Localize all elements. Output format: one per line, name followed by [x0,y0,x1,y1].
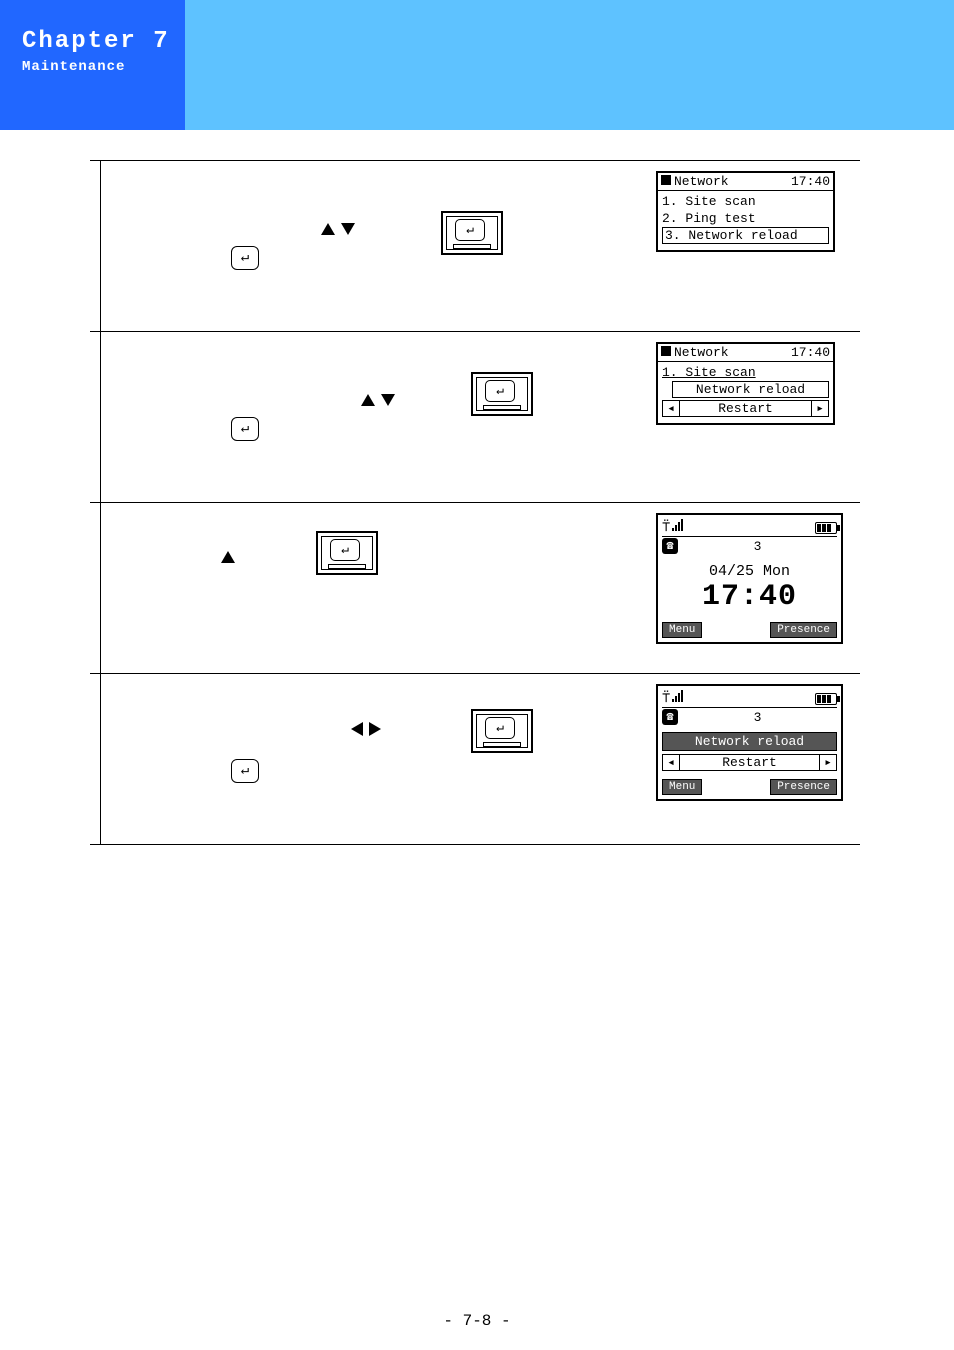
chapter-label: Chapter 7 [22,28,185,55]
menu-item-selected: 3. Network reload [662,227,829,244]
softkey-left: Menu [662,779,702,795]
time-label: 17:40 [662,580,837,614]
softkey-right: Presence [770,622,837,638]
device-home-screen: ⍡ ☎ 3 04/25 Mon 17:40 Menu Presence [656,513,843,644]
down-arrow-icon [381,394,395,406]
enter-key-icon [231,417,259,441]
chapter-tab: Chapter 7 Maintenance [0,0,185,130]
date-label: 04/25 Mon [662,563,837,580]
up-arrow-icon [221,551,235,563]
enter-key-large-icon [316,531,378,575]
step-row: ⍡ ☎ 3 Network reload ◂ Restart ▸ Menu [90,673,860,845]
device-screen: Network 17:40 1. Site scan 2. Ping test … [656,171,835,252]
header-band [185,0,954,130]
down-arrow-icon [341,223,355,235]
dialog-title: Network reload [662,732,837,751]
nav-option: Restart [680,401,811,416]
nav-right-icon: ▸ [811,401,828,416]
up-arrow-icon [361,394,375,406]
battery-icon [815,693,837,705]
dialog-title: Network reload [672,381,829,398]
screen-clock: 17:40 [791,174,830,189]
step-row: Network 17:40 1. Site scan 2. Ping test … [90,160,860,331]
signal-icon [672,690,683,702]
screen-clock: 17:40 [791,345,830,360]
enter-key-icon [231,246,259,270]
profile-icon: ☎ [662,709,678,725]
signal-icon [672,519,683,531]
line-number: 3 [678,539,837,554]
page-number: - 7-8 - [0,1312,954,1330]
menu-item: 1. Site scan [662,193,829,210]
enter-key-icon [231,759,259,783]
step-row: Network 17:40 1. Site scan Network reloa… [90,331,860,502]
antenna-icon: ⍡ [662,690,670,707]
battery-icon [815,522,837,534]
menu-item: 1. Site scan [662,364,829,381]
screen-title: Network [674,345,729,360]
nav-option: Restart [680,755,819,770]
left-arrow-icon [351,722,363,736]
screen-title: Network [674,174,729,189]
nav-left-icon: ◂ [663,401,680,416]
enter-key-large-icon [441,211,503,255]
line-number: 3 [678,710,837,725]
step-row: ⍡ ☎ 3 04/25 Mon 17:40 Menu Presence [90,502,860,673]
device-home-screen: ⍡ ☎ 3 Network reload ◂ Restart ▸ Menu [656,684,843,801]
nav-left-icon: ◂ [663,755,680,770]
menu-item: 2. Ping test [662,210,829,227]
antenna-icon: ⍡ [662,519,670,536]
enter-key-large-icon [471,709,533,753]
softkey-right: Presence [770,779,837,795]
up-arrow-icon [321,223,335,235]
content-table: Network 17:40 1. Site scan 2. Ping test … [90,160,860,845]
section-label: Maintenance [22,59,185,75]
profile-icon: ☎ [662,538,678,554]
right-arrow-icon [369,722,381,736]
softkey-left: Menu [662,622,702,638]
nav-right-icon: ▸ [819,755,836,770]
device-screen: Network 17:40 1. Site scan Network reloa… [656,342,835,425]
enter-key-large-icon [471,372,533,416]
